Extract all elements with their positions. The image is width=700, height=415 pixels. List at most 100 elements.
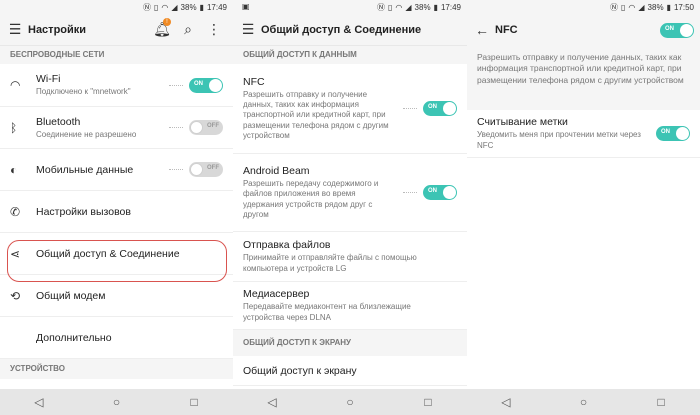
settings-item-wifi[interactable]: ◠ Wi-Fi Подключено к "mnetwork" ON	[0, 64, 233, 107]
menu-icon[interactable]: ☰	[235, 21, 261, 38]
home-button[interactable]: ○	[335, 395, 365, 409]
recents-square-icon: □	[424, 395, 432, 409]
signal-icon: ◢	[171, 2, 178, 12]
back-triangle-icon: ◁	[267, 395, 277, 409]
item-subtitle: Подключено к "mnetwork"	[36, 87, 131, 96]
bluetooth-toggle[interactable]: OFF	[189, 120, 223, 135]
section-header-device: УСТРОЙСТВО	[0, 359, 233, 379]
item-subtitle: Разрешить отправку и получение данных, т…	[243, 89, 389, 141]
more-vert-icon: ⋮	[207, 21, 221, 37]
vibrate-icon: ▯	[621, 2, 626, 12]
home-circle-icon: ○	[112, 395, 121, 409]
notification-n-icon: Ⓝ	[143, 2, 151, 12]
clock: 17:49	[206, 2, 227, 12]
search-button[interactable]: ⌕	[175, 21, 201, 38]
settings-item-more[interactable]: Дополнительно	[0, 317, 233, 359]
section-header-screen-sharing: ОБЩИЙ ДОСТУП К ЭКРАНУ	[233, 330, 467, 356]
item-title: Дополнительно	[36, 331, 112, 344]
battery-level: 38%	[647, 2, 664, 12]
back-button[interactable]: ◁	[24, 395, 54, 409]
nfc-panel: Ⓝ ▯ ◠ ◢ 38% ▮ 17:50 ← NFC ON Разрешить о…	[467, 0, 700, 389]
settings-item-nfc[interactable]: NFC Разрешить отправку и получение данны…	[233, 64, 467, 154]
clock: 17:49	[440, 2, 461, 12]
wifi-icon: ◠	[628, 2, 636, 12]
settings-item-mobile-data[interactable]: ◐ Мобильные данные OFF	[0, 149, 233, 191]
tag-reading-toggle[interactable]: ON	[656, 126, 690, 141]
notifications-button[interactable]: 🔔︎ !	[149, 18, 175, 38]
recents-button[interactable]: □	[179, 395, 209, 409]
item-subtitle: Принимайте и отправляйте файлы с помощью…	[243, 253, 417, 273]
item-subtitle: Уведомить меня при прочтении метки через…	[477, 130, 641, 150]
item-title: NFC	[243, 75, 265, 88]
battery-icon: ▮	[199, 2, 204, 12]
battery-level: 38%	[414, 2, 431, 12]
settings-item-tag-reading[interactable]: Считывание метки Уведомить меня при проч…	[467, 110, 700, 158]
section-header-wireless: БЕСПРОВОДНЫЕ СЕТИ	[0, 46, 233, 64]
wifi-toggle[interactable]: ON	[189, 77, 223, 93]
nfc-description: Разрешить отправку и получение данных, т…	[467, 46, 700, 110]
nfc-toggle[interactable]: ON	[423, 101, 457, 116]
settings-item-tethering[interactable]: ⟲ Общий модем	[0, 275, 233, 317]
share-icon: ⋖	[10, 246, 21, 261]
settings-item-bluetooth[interactable]: ᛒ Bluetooth Соединение не разрешено OFF	[0, 107, 233, 149]
settings-item-media-server[interactable]: Медиасервер Передавайте медиаконтент на …	[233, 282, 467, 330]
notification-badge: !	[163, 18, 171, 26]
more-options-button[interactable]: ⋮	[201, 21, 227, 38]
app-bar: ← NFC ON	[467, 14, 700, 46]
wifi-icon: ◠	[161, 2, 169, 12]
item-title: Wi-Fi	[36, 73, 61, 85]
signal-icon: ◢	[638, 2, 645, 12]
search-icon: ⌕	[184, 21, 192, 37]
settings-item-call-settings[interactable]: ✆ Настройки вызовов	[0, 191, 233, 233]
status-bar: Ⓝ ▯ ◠ ◢ 38% ▮ 17:50	[467, 0, 700, 14]
settings-panel: Ⓝ ▯ ◠ ◢ 38% ▮ 17:49 ☰ Настройки 🔔︎ ! ⌕ ⋮…	[0, 0, 233, 389]
recents-button[interactable]: □	[646, 395, 676, 409]
vibrate-icon: ▯	[154, 2, 159, 12]
item-title: Bluetooth	[36, 115, 81, 128]
status-bar: Ⓝ ▯ ◠ ◢ 38% ▮ 17:49	[0, 0, 233, 14]
item-title: Мобильные данные	[36, 163, 134, 176]
page-title: NFC	[495, 24, 518, 36]
home-circle-icon: ○	[346, 395, 354, 409]
page-title: Настройки	[28, 23, 87, 36]
android-beam-toggle[interactable]: ON	[423, 185, 457, 200]
divider	[169, 127, 183, 128]
item-title: Общий модем	[36, 289, 106, 302]
notification-n-icon: Ⓝ	[610, 2, 618, 12]
settings-item-file-transfer[interactable]: Отправка файлов Принимайте и отправляйте…	[233, 232, 467, 282]
app-bar: ☰ Настройки 🔔︎ ! ⌕ ⋮	[0, 14, 233, 46]
status-bar: ▣ Ⓝ ▯ ◠ ◢ 38% ▮ 17:49	[233, 0, 467, 14]
phone-icon: ✆	[10, 204, 21, 219]
bluetooth-icon: ᛒ	[10, 120, 18, 135]
home-button[interactable]: ○	[101, 395, 131, 409]
home-circle-icon: ○	[579, 395, 588, 409]
back-button[interactable]: ◁	[491, 395, 521, 409]
notification-n-icon: Ⓝ	[377, 2, 385, 12]
settings-item-android-beam[interactable]: Android Beam Разрешить передачу содержим…	[233, 154, 467, 232]
nfc-master-toggle[interactable]: ON	[660, 22, 694, 38]
page-title: Общий доступ & Соединение	[261, 23, 422, 36]
recents-button[interactable]: □	[413, 395, 443, 409]
mobile-data-toggle[interactable]: OFF	[189, 162, 223, 177]
settings-item-share-connect[interactable]: ⋖ Общий доступ & Соединение	[0, 233, 233, 275]
item-title: Android Beam	[243, 164, 310, 177]
item-subtitle: Соединение не разрешено	[36, 129, 137, 139]
back-button[interactable]: ◁	[257, 395, 287, 409]
divider	[169, 169, 183, 170]
recents-square-icon: □	[190, 395, 198, 409]
settings-item-screen-sharing[interactable]: Общий доступ к экрану	[233, 356, 467, 386]
back-arrow-icon[interactable]: ←	[469, 22, 495, 38]
app-bar: ☰ Общий доступ & Соединение	[233, 14, 467, 46]
menu-icon[interactable]: ☰	[2, 21, 28, 38]
item-title: Настройки вызовов	[36, 205, 131, 218]
battery-icon: ▮	[433, 2, 438, 12]
item-subtitle: Передавайте медиаконтент на близлежащие …	[243, 302, 411, 322]
battery-level: 38%	[180, 2, 197, 12]
back-triangle-icon: ◁	[34, 395, 44, 409]
home-button[interactable]: ○	[568, 395, 598, 409]
back-triangle-icon: ◁	[501, 395, 511, 409]
divider	[403, 192, 417, 193]
tethering-icon: ⟲	[10, 288, 21, 303]
item-subtitle: Разрешить передачу содержимого и файлов …	[243, 178, 379, 219]
wifi-icon: ◠	[395, 2, 403, 12]
